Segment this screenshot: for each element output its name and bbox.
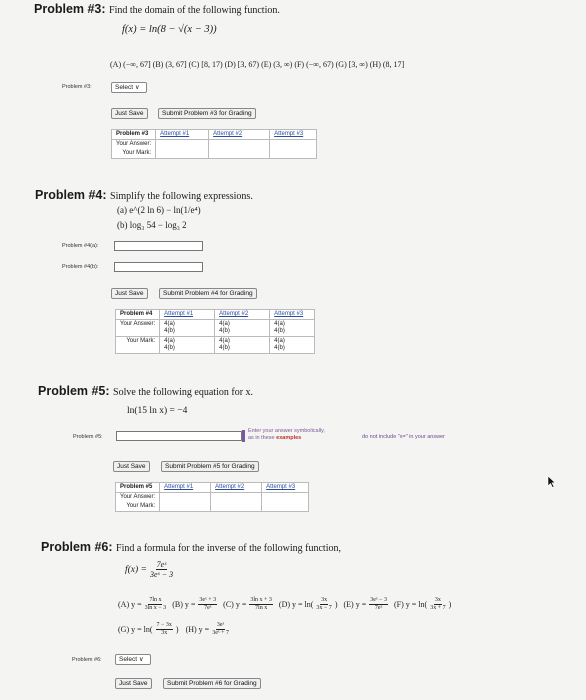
- attempt-1-link[interactable]: Attempt #1: [159, 309, 216, 320]
- attempt-2-link[interactable]: Attempt #2: [208, 129, 271, 140]
- problem5-equation: ln(15 ln x) = −4: [127, 406, 188, 416]
- cell-4b: 4(b): [219, 328, 230, 334]
- problem5-title: Problem #5: Solve the following equation…: [38, 384, 254, 398]
- problem3-just-save-button[interactable]: Just Save: [111, 108, 148, 119]
- problem6-choices-row2: (G) y = ln(7 − 3x 3x) (H) y = 3eˣ 3eˣ + 7: [118, 622, 229, 636]
- problem6-function: f(x) = 7eˣ 3eˣ − 3: [125, 560, 174, 579]
- cell-4a: 4(a): [219, 321, 230, 327]
- your-answer-label: Your Answer:: [110, 139, 157, 149]
- your-answer-label: Your Answer:: [114, 492, 161, 502]
- your-mark-label: Your Mark:: [114, 502, 161, 512]
- your-answer-label: Your Answer:: [114, 319, 161, 337]
- cell-4b: 4(b): [274, 345, 285, 351]
- problem4b-answer-input[interactable]: [114, 262, 203, 272]
- your-mark-label: Your Mark:: [110, 149, 157, 159]
- cell-4a: 4(a): [164, 338, 175, 344]
- cell-4a: 4(a): [219, 338, 230, 344]
- problem3-answer-select[interactable]: Select ∨: [111, 82, 147, 93]
- problem4-attempt-table: Problem #4 Attempt #1 Attempt #2 Attempt…: [114, 309, 316, 354]
- cell-4b: 4(b): [164, 328, 175, 334]
- problem3-prompt: Find the domain of the following functio…: [109, 5, 280, 16]
- problem5-hint: Enter your answer symbolically, as in th…: [248, 428, 325, 441]
- problem4a-answer-input[interactable]: [114, 241, 203, 251]
- table-header: Problem #5: [114, 482, 161, 493]
- problem4-just-save-button[interactable]: Just Save: [111, 288, 148, 299]
- problem4-part-b: (b) log₃ 54 − log₃ 2: [117, 220, 187, 230]
- problem5-attempt-table: Problem #5 Attempt #1 Attempt #2 Attempt…: [114, 482, 310, 512]
- problem5-answer-input[interactable]: [116, 431, 242, 441]
- problem4b-row-label: Problem #4(b):: [62, 264, 99, 270]
- problem4-title: Problem #4: Simplify the following expre…: [35, 188, 253, 202]
- attempt-2-link[interactable]: Attempt #2: [210, 482, 263, 493]
- chevron-down-icon: ∨: [134, 84, 140, 91]
- problem3-function: f(x) = ln(8 − √(x − 3)): [122, 24, 217, 35]
- cell-4a: 4(a): [164, 321, 175, 327]
- mouse-cursor-icon: [547, 475, 556, 488]
- problem6-choices-row1: (A) y = 7ln x 3ln x − 3 (B) y = 3eˣ + 3 7eˣ …: [118, 597, 452, 611]
- problem3-title: Problem #3: Find the domain of the follo…: [34, 2, 280, 16]
- attempt-1-link[interactable]: Attempt #1: [159, 482, 212, 493]
- problem4-submit-button[interactable]: Submit Problem #4 for Grading: [159, 288, 257, 299]
- examples-link[interactable]: examples: [276, 435, 301, 441]
- cell-4a: 4(a): [274, 338, 285, 344]
- cell-4b: 4(b): [164, 345, 175, 351]
- problem6-submit-button[interactable]: Submit Problem #6 for Grading: [163, 678, 261, 689]
- problem3-attempt-table: Problem #3 Attempt #1 Attempt #2 Attempt…: [110, 129, 318, 159]
- cell-4b: 4(b): [219, 345, 230, 351]
- problem6-row-label: Problem #6:: [72, 657, 102, 663]
- attempt-3-link[interactable]: Attempt #3: [269, 309, 316, 320]
- attempt-1-link[interactable]: Attempt #1: [155, 129, 210, 140]
- problem6-title: Problem #6: Find a formula for the inver…: [41, 540, 341, 554]
- cell-4a: 4(a): [274, 321, 285, 327]
- attempt-2-link[interactable]: Attempt #2: [214, 309, 271, 320]
- problem3-submit-button[interactable]: Submit Problem #3 for Grading: [158, 108, 256, 119]
- cell-4b: 4(b): [274, 328, 285, 334]
- problem4a-row-label: Problem #4(a):: [62, 243, 99, 249]
- table-header: Problem #4: [114, 309, 161, 320]
- attempt-3-link[interactable]: Attempt #3: [269, 129, 318, 140]
- problem5-format-note: do not include "x=" in your answer: [362, 434, 445, 440]
- problem5-row-label: Problem #5:: [73, 434, 103, 440]
- problem3-choices: (A) (−∞, 67] (B) (3, 67] (C) [8, 17) (D)…: [110, 60, 405, 69]
- problem3-row-label: Problem #3:: [62, 84, 92, 90]
- table-header: Problem #3: [110, 129, 157, 140]
- your-mark-label: Your Mark:: [114, 336, 161, 354]
- problem4-prompt: Simplify the following expressions.: [110, 191, 253, 202]
- problem4-part-a: (a) e^(2 ln 6) − ln(1/e⁴): [117, 205, 201, 215]
- problem5-prompt: Solve the following equation for x.: [113, 387, 254, 398]
- problem5-just-save-button[interactable]: Just Save: [113, 461, 150, 472]
- attempt-3-link[interactable]: Attempt #3: [261, 482, 310, 493]
- problem5-submit-button[interactable]: Submit Problem #5 for Grading: [161, 461, 259, 472]
- problem6-answer-select[interactable]: Select ∨: [115, 654, 151, 665]
- problem6-prompt: Find a formula for the inverse of the fo…: [116, 543, 341, 554]
- chevron-down-icon: ∨: [138, 656, 144, 663]
- problem6-just-save-button[interactable]: Just Save: [115, 678, 152, 689]
- input-caret-marker: [242, 430, 245, 442]
